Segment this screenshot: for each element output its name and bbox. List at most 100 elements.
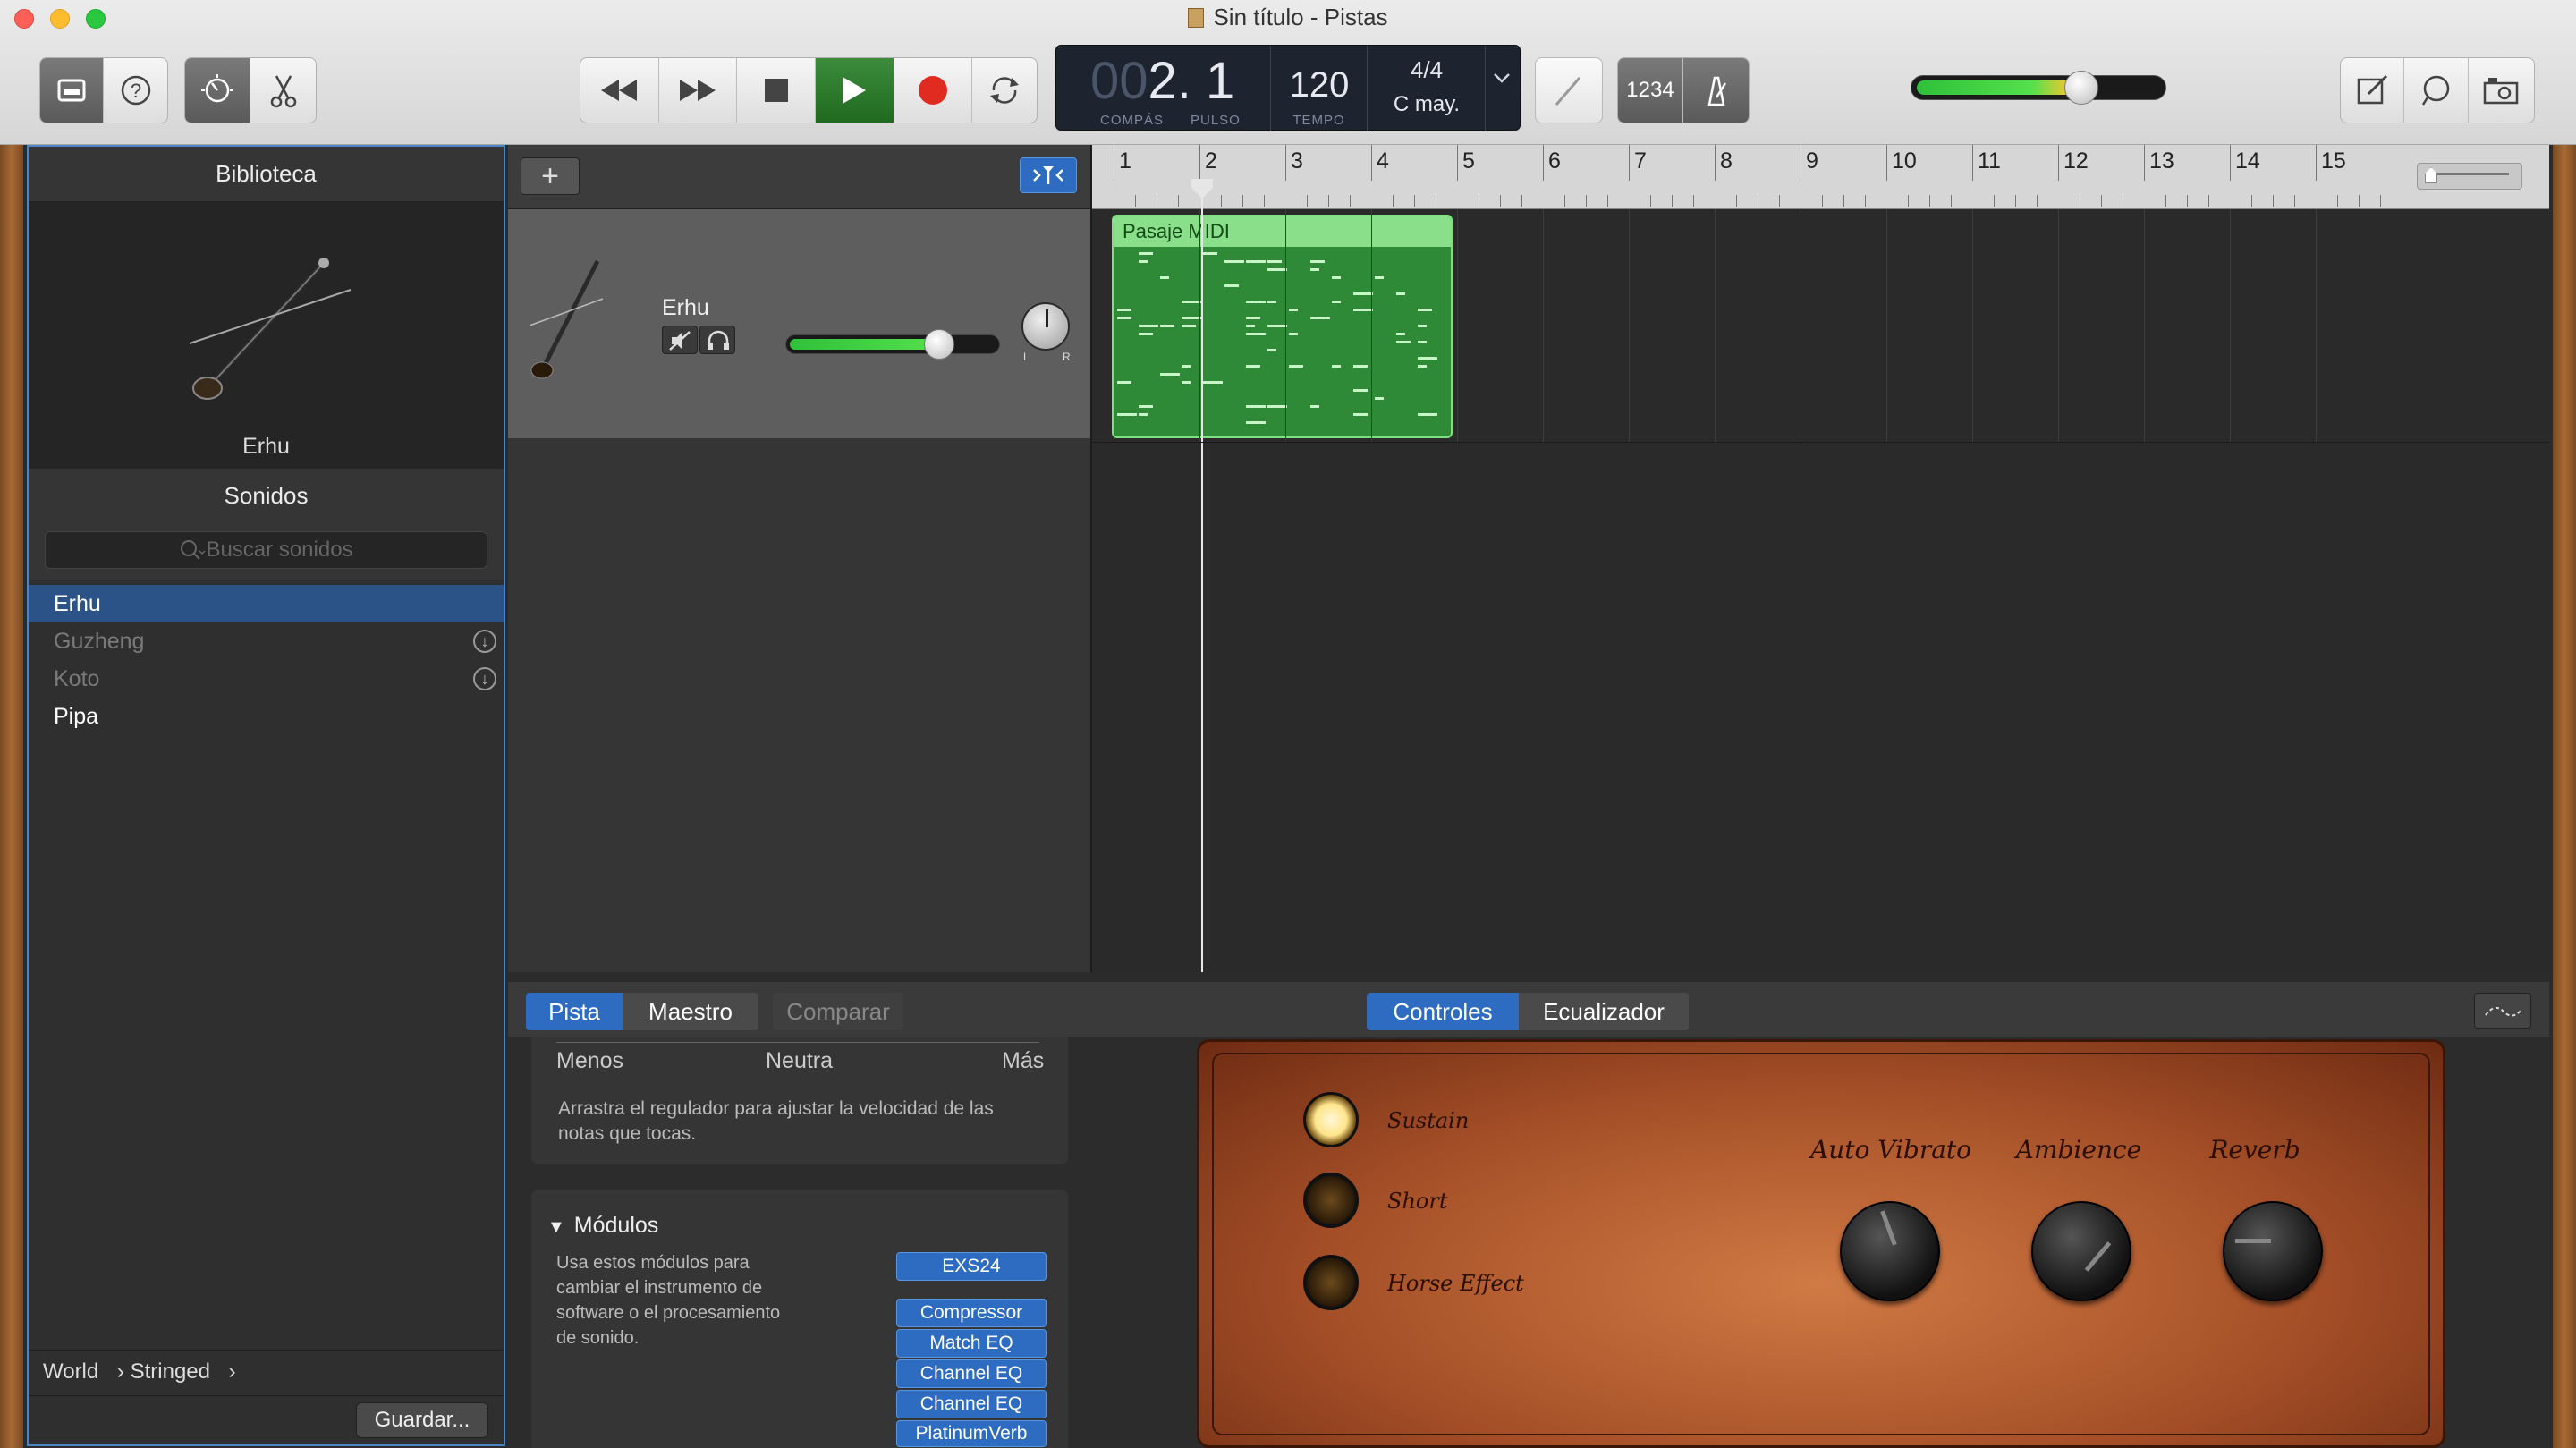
sound-search-input[interactable]: Buscar sonidos	[45, 531, 487, 569]
count-in-button[interactable]: 1234	[1618, 58, 1683, 123]
record-button[interactable]	[894, 58, 973, 123]
media-button[interactable]	[2469, 58, 2534, 123]
compare-button[interactable]: Comparar	[773, 993, 903, 1030]
catch-playhead-button[interactable]	[1020, 157, 1077, 193]
lcd-position[interactable]: 002. 1 COMPÁS PULSO	[1056, 46, 1271, 131]
library-button[interactable]	[40, 58, 104, 123]
tab-ecualizador[interactable]: Ecualizador	[1519, 993, 1689, 1030]
wood-right-border	[2553, 145, 2576, 1448]
help-icon: ?	[121, 75, 150, 106]
breadcrumb-stringed[interactable]: Stringed	[131, 1359, 210, 1384]
editor-toggle-group	[184, 57, 317, 123]
lcd-beat-label: PULSO	[1191, 113, 1241, 128]
sound-item-erhu[interactable]: Erhu	[29, 585, 504, 622]
velocity-slider[interactable]	[556, 1037, 1039, 1043]
midi-note	[1246, 333, 1266, 335]
track-name[interactable]: Erhu	[662, 295, 709, 321]
lcd-tempo-label: TEMPO	[1292, 113, 1345, 128]
zoom-thumb[interactable]	[2425, 167, 2437, 183]
velocity-help-text: Arrastra el regulador para ajustar la ve…	[558, 1098, 994, 1144]
midi-note	[1267, 268, 1287, 271]
sound-item-label: Koto	[54, 665, 100, 691]
tuner-button[interactable]	[1535, 57, 1603, 123]
plugin-match-eq[interactable]: Match EQ	[896, 1329, 1046, 1358]
ruler-beat-tick	[2273, 195, 2274, 207]
editors-button[interactable]	[250, 58, 316, 123]
loops-icon	[2421, 75, 2449, 106]
lcd-display[interactable]: 002. 1 COMPÁS PULSO 120 TEMPO 4/4 C may.	[1055, 45, 1521, 131]
sound-item-guzheng[interactable]: Guzheng ↓	[29, 622, 504, 660]
midi-note	[1246, 405, 1266, 408]
grid-bar-line	[2144, 209, 2145, 442]
forward-button[interactable]	[659, 58, 738, 123]
ruler-beat-tick	[2251, 195, 2252, 207]
solo-button[interactable]	[699, 326, 735, 354]
pan-knob[interactable]	[1021, 302, 1070, 351]
rewind-button[interactable]	[580, 58, 659, 123]
search-icon	[181, 540, 206, 560]
ruler-bar-line	[1972, 145, 1973, 181]
cycle-button[interactable]	[972, 58, 1037, 123]
titlebar: Sin título - Pistas ? 002. 1 COMPÁS PULS…	[0, 0, 2576, 145]
midi-note	[1310, 317, 1330, 319]
tab-pista[interactable]: Pista	[526, 993, 623, 1030]
ruler-beat-tick	[1779, 195, 1780, 207]
playhead[interactable]	[1191, 179, 1213, 972]
stop-button[interactable]	[737, 58, 816, 123]
mute-button[interactable]	[662, 326, 698, 354]
ambience-knob[interactable]	[2031, 1201, 2131, 1301]
short-switch[interactable]	[1303, 1173, 1359, 1228]
midi-note	[1246, 301, 1266, 303]
midi-note	[1396, 333, 1405, 335]
help-button[interactable]: ?	[104, 58, 167, 123]
reverb-knob[interactable]	[2223, 1201, 2323, 1301]
plugin-channel-eq-1[interactable]: Channel EQ	[896, 1359, 1046, 1388]
timeline-ruler[interactable]: 1 2 3 4 5 6 7 8 9 10 11 12 13 14 15	[1092, 145, 2549, 209]
sound-item-koto[interactable]: Koto ↓	[29, 660, 504, 698]
save-button[interactable]: Guardar...	[356, 1402, 488, 1438]
tab-controles[interactable]: Controles	[1367, 993, 1519, 1030]
zoom-slider[interactable]	[2417, 163, 2522, 190]
plugin-view-button[interactable]	[2474, 993, 2531, 1029]
metronome-button[interactable]	[1683, 58, 1749, 123]
smart-controls-button[interactable]	[185, 58, 250, 123]
tab-maestro[interactable]: Maestro	[623, 993, 758, 1030]
lcd-menu-button[interactable]	[1493, 72, 1514, 89]
loops-button[interactable]	[2404, 58, 2469, 123]
track-volume-thumb[interactable]	[923, 329, 954, 360]
master-volume-slider[interactable]	[1911, 71, 2166, 105]
plugin-compressor[interactable]: Compressor	[896, 1299, 1046, 1327]
track-header-erhu[interactable]: Erhu L R	[508, 209, 1090, 438]
ruler-bar-number: 9	[1806, 148, 1818, 174]
ruler-beat-tick	[1693, 195, 1694, 207]
play-button[interactable]	[815, 58, 894, 123]
plugin-channel-eq-2[interactable]: Channel EQ	[896, 1390, 1046, 1418]
ruler-beat-tick	[1672, 195, 1673, 207]
sustain-switch[interactable]	[1303, 1092, 1359, 1147]
record-icon	[918, 76, 947, 105]
midi-note	[1418, 341, 1427, 343]
plugin-exs24[interactable]: EXS24	[896, 1252, 1046, 1281]
plugin-platinumverb[interactable]: PlatinumVerb	[896, 1420, 1046, 1447]
lcd-signature[interactable]: 4/4 C may.	[1368, 46, 1486, 131]
track-volume-slider[interactable]	[785, 329, 1000, 360]
ruler-beat-tick	[2101, 195, 2102, 207]
download-icon[interactable]: ↓	[473, 667, 496, 690]
horse-effect-switch[interactable]	[1303, 1255, 1359, 1310]
add-track-button[interactable]: +	[521, 157, 580, 195]
notepad-button[interactable]	[2341, 58, 2405, 123]
download-icon[interactable]: ↓	[473, 630, 496, 653]
sound-item-pipa[interactable]: Pipa	[29, 698, 504, 735]
ruler-bar-line	[2144, 145, 2145, 181]
midi-note	[1139, 252, 1153, 255]
velocity-more-label: Más	[1002, 1048, 1045, 1073]
breadcrumb-world[interactable]: World	[43, 1359, 98, 1384]
modules-header[interactable]: ▼ Módulos	[547, 1213, 658, 1239]
midi-note	[1139, 260, 1148, 263]
midi-region[interactable]: Pasaje MIDI	[1112, 215, 1453, 438]
master-volume-thumb[interactable]	[2063, 71, 2098, 105]
midi-note	[1289, 333, 1298, 335]
midi-note	[1267, 405, 1287, 408]
lcd-tempo[interactable]: 120 TEMPO	[1271, 46, 1368, 131]
auto-vibrato-knob[interactable]	[1840, 1201, 1940, 1301]
